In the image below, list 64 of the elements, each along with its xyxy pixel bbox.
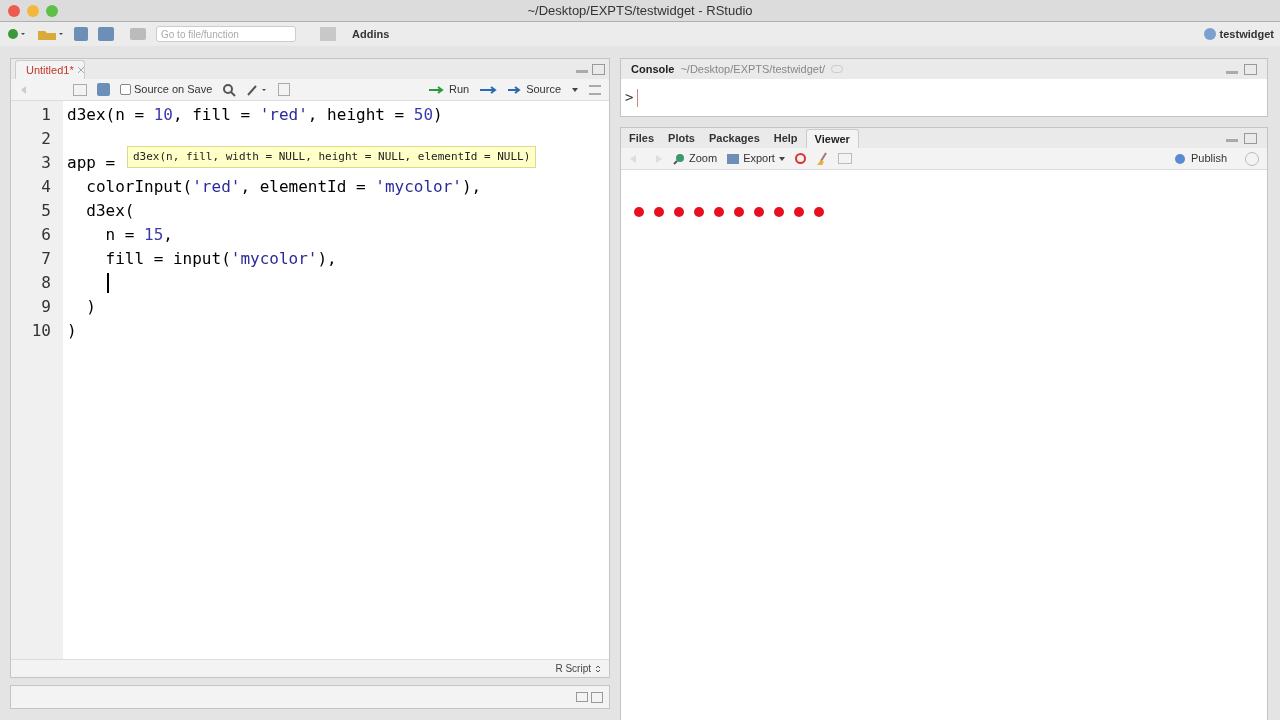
image-icon [727, 153, 740, 164]
pane-tab[interactable]: Packages [703, 129, 766, 148]
save-icon[interactable] [74, 27, 88, 41]
console-title: Console [631, 61, 675, 77]
pane-tab[interactable]: Help [767, 129, 804, 148]
line-number: 8 [41, 272, 51, 294]
new-file-icon[interactable] [6, 27, 26, 41]
rerun-icon[interactable] [479, 84, 498, 95]
close-icon[interactable] [8, 4, 20, 17]
text-cursor [637, 88, 639, 107]
window-title: ~/Desktop/EXPTS/testwidget - RStudio [526, 1, 754, 20]
caret-icon[interactable] [571, 86, 579, 93]
zoom-button[interactable]: Zoom [673, 150, 718, 167]
code-line: d3ex(n = 10, fill = 'red', height = 50) [67, 104, 443, 126]
caret-icon [778, 156, 785, 161]
minimize-icon[interactable] [27, 4, 39, 17]
line-number: 7 [41, 248, 51, 270]
code-line: d3ex( [85, 200, 135, 222]
line-number: 2 [41, 128, 51, 150]
arrow-icon [427, 84, 446, 95]
remove-icon[interactable] [794, 153, 806, 164]
outline-icon[interactable] [589, 84, 601, 95]
maximize-icon[interactable] [1244, 63, 1257, 75]
code-line: n = 15, [104, 224, 173, 246]
signature-tooltip: d3ex(n, fill, width = NULL, height = NULL, elementId = NULL) [127, 146, 537, 168]
pane-tab[interactable]: Files [623, 129, 661, 148]
line-number: 1 [41, 104, 51, 126]
file-type-label[interactable]: R Script [555, 661, 591, 676]
export-button[interactable]: Export [727, 150, 785, 167]
line-number: 5 [41, 200, 51, 222]
save-icon[interactable] [97, 83, 110, 96]
search-icon[interactable] [222, 82, 237, 97]
editor-tab[interactable]: Untitled1* [15, 60, 85, 79]
code-line: app = [67, 152, 116, 174]
console-path: ~/Desktop/EXPTS/testwidget/ [680, 61, 825, 77]
broom-icon[interactable] [815, 151, 828, 166]
code-line: fill = input('mycolor'), [104, 248, 337, 270]
restore-icon[interactable] [576, 692, 588, 702]
minimize-icon[interactable] [1226, 70, 1238, 74]
project-menu[interactable]: testwidget [1219, 25, 1274, 43]
maximize-icon[interactable] [591, 691, 603, 703]
checkbox-label: Source on Save [134, 82, 213, 98]
line-number: 9 [41, 296, 51, 318]
magnifier-icon [673, 152, 685, 165]
checkbox[interactable] [120, 84, 131, 95]
pane-tab[interactable]: Plots [662, 129, 701, 148]
run-button[interactable]: Run [427, 81, 470, 98]
maximize-icon[interactable] [1244, 133, 1257, 144]
line-number: 6 [41, 224, 51, 246]
zoom-icon[interactable] [46, 4, 58, 17]
code-line: ) [85, 296, 96, 318]
maximize-icon[interactable] [592, 64, 605, 75]
line-number: 3 [41, 152, 51, 174]
caret-icon [595, 664, 601, 673]
line-number: 4 [41, 176, 51, 198]
line-number: 10 [31, 320, 51, 342]
pane-tab[interactable]: Viewer [805, 129, 859, 148]
publish-button[interactable]: Publish [1172, 150, 1227, 167]
addins-menu[interactable]: Addins [352, 25, 390, 43]
close-tab-icon[interactable] [76, 66, 85, 74]
code-line: ) [67, 320, 77, 342]
console-prompt: > [625, 88, 634, 107]
source-button[interactable]: Source [507, 81, 561, 98]
code-line: colorInput('red', elementId = 'mycolor'), [85, 176, 482, 198]
